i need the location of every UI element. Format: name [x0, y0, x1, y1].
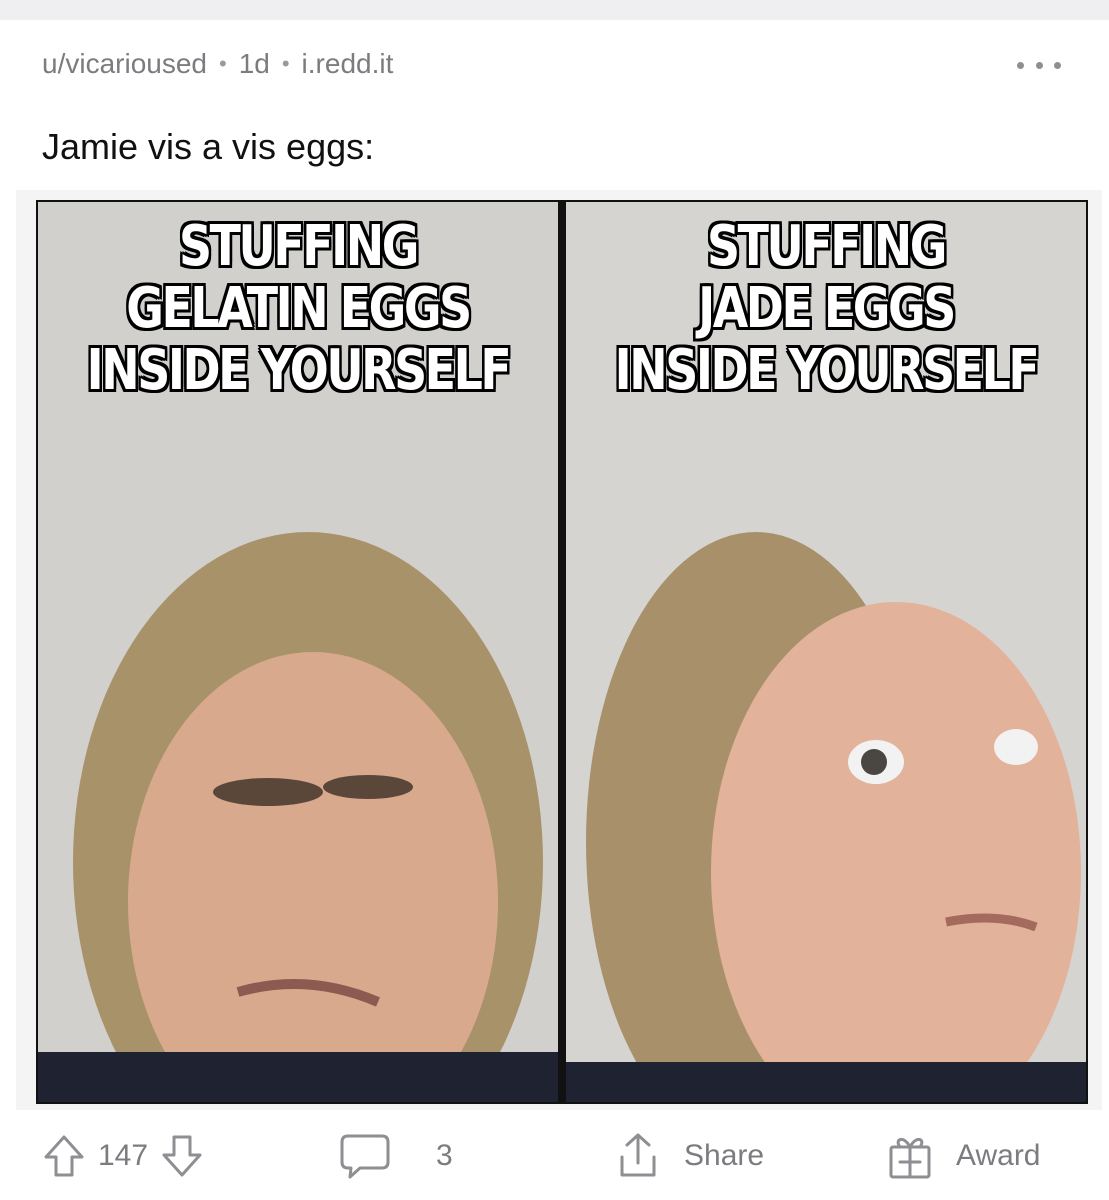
separator-dot: • [218, 51, 227, 76]
more-options-button[interactable] [1017, 50, 1061, 80]
post-title[interactable]: Jamie vis a vis eggs: [42, 126, 374, 168]
post-domain-link[interactable]: i.redd.it [302, 48, 394, 80]
comment-count: 3 [436, 1139, 453, 1172]
meme-panel-left: STUFFING GELATIN EGGS INSIDE YOURSELF [38, 202, 558, 1102]
meme-caption-left: STUFFING GELATIN EGGS INSIDE YOURSELF [86, 214, 512, 403]
post-action-bar: 147 3 Share Award [0, 1112, 1109, 1200]
meme-panel-right: STUFFING JADE EGGS INSIDE YOURSELF [566, 202, 1086, 1102]
more-horizontal-icon [1017, 61, 1024, 69]
post-image[interactable]: STUFFING GELATIN EGGS INSIDE YOURSELF ST… [16, 190, 1102, 1110]
share-button[interactable]: Share [614, 1131, 764, 1181]
downvote-button[interactable] [160, 1133, 204, 1179]
post-age: 1d [238, 48, 270, 79]
meme-image: STUFFING GELATIN EGGS INSIDE YOURSELF ST… [36, 200, 1088, 1104]
post-meta: u/vicarioused • 1d • i.redd.it [42, 44, 393, 84]
comment-bubble-icon [340, 1134, 390, 1179]
gift-award-icon [889, 1138, 931, 1179]
award-label: Award [956, 1139, 1041, 1172]
comments-button[interactable]: 3 [338, 1132, 453, 1180]
arrow-down-icon [162, 1135, 202, 1177]
meme-caption-right: STUFFING JADE EGGS INSIDE YOURSELF [614, 214, 1040, 403]
vote-score: 147 [98, 1139, 149, 1172]
vote-group: 147 [42, 1133, 204, 1179]
author-link[interactable]: u/vicarioused [42, 48, 207, 80]
top-separator [0, 0, 1109, 20]
separator-dot: • [281, 51, 290, 76]
upvote-button[interactable] [42, 1133, 86, 1179]
share-label: Share [684, 1139, 765, 1172]
award-button[interactable]: Award [886, 1131, 1041, 1181]
share-upload-icon [620, 1133, 656, 1177]
arrow-up-icon [44, 1135, 84, 1177]
post-card[interactable]: u/vicarioused • 1d • i.redd.it Jamie vis… [0, 20, 1109, 1200]
